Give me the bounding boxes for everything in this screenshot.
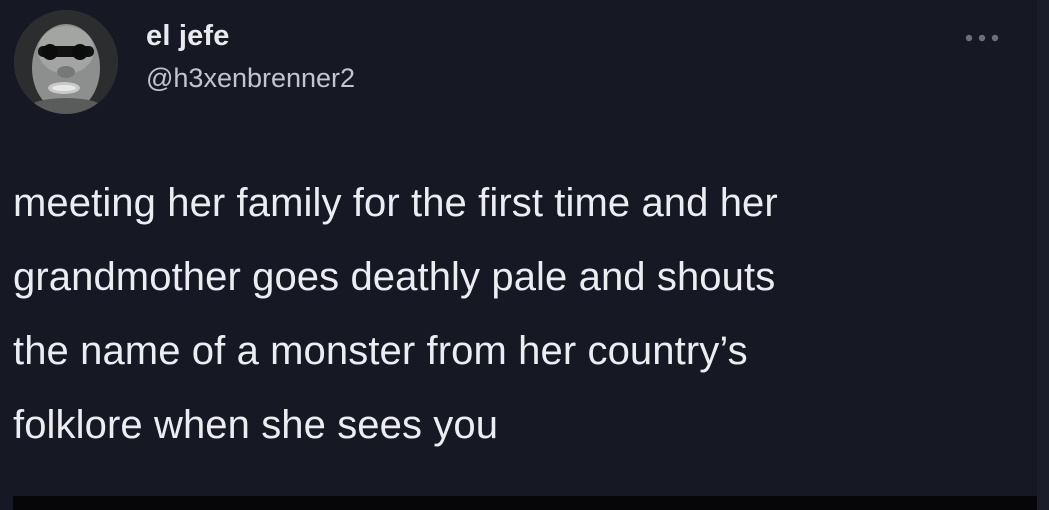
more-options-icon[interactable]: [960, 26, 1006, 50]
tweet-text: meeting her family for the first time an…: [13, 166, 1023, 462]
media-divider: [13, 496, 1037, 510]
avatar[interactable]: [14, 10, 118, 114]
author-handle[interactable]: @h3xenbrenner2: [146, 63, 355, 94]
right-edge: [1037, 0, 1049, 510]
tweet-text-line: meeting her family for the first time an…: [13, 181, 778, 225]
avatar-photo-icon: [14, 10, 118, 114]
tweet-text-line: grandmother goes deathly pale and shouts: [13, 255, 776, 299]
tweet-text-line: folklore when she sees you: [13, 403, 499, 447]
tweet-text-line: the name of a monster from her country’s: [13, 329, 748, 373]
author-display-name[interactable]: el jefe: [146, 20, 230, 53]
tweet-card: el jefe @h3xenbrenner2 meeting her famil…: [0, 0, 1049, 510]
